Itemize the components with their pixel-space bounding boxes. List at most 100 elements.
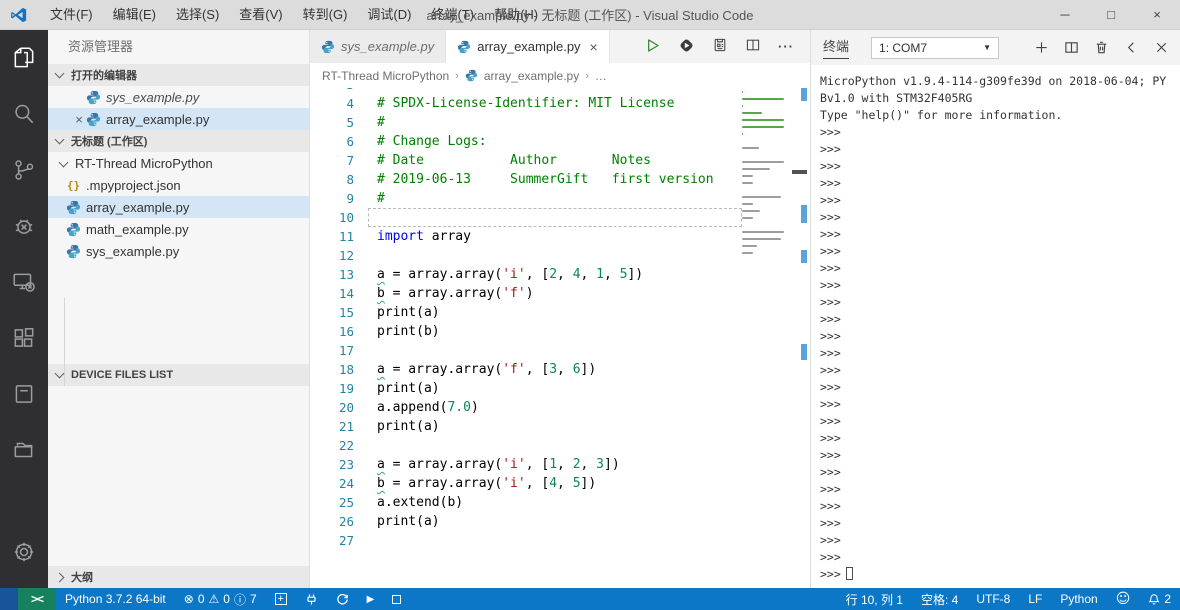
eol-sequence[interactable]: LF [1019,588,1051,610]
menu-item[interactable]: 查看(V) [229,0,292,30]
maximize-button[interactable]: □ [1088,0,1134,30]
code-line[interactable]: 6 # Change Logs: [310,132,810,151]
stop-button[interactable] [383,588,410,610]
run-file-button[interactable]: ▶ [358,588,384,610]
code-editor[interactable]: 3#4# SPDX-License-Identifier: MIT Licens… [310,88,810,588]
sync-button[interactable] [327,588,358,610]
code-line[interactable]: 4 # SPDX-License-Identifier: MIT License [310,94,810,113]
terminal-prompt-line: >>> [820,465,841,479]
terminal-select[interactable]: 1: COM7 ▼ [871,36,1000,59]
code-line[interactable]: 11 import array [310,227,810,246]
extensions-icon[interactable] [0,310,48,366]
terminal-tab[interactable]: 终端 [823,36,850,59]
menu-item[interactable]: 选择(S) [166,0,229,30]
open-editor-item[interactable]: sys_example.py [48,86,309,108]
tree-item[interactable]: {} .mpyproject.json [48,174,309,196]
code-line[interactable]: 21 print(a) [310,417,810,436]
close-button[interactable]: × [1134,0,1180,30]
debug-icon[interactable] [0,198,48,254]
problems-indicator[interactable]: ⊗ 0 ⚠ 0 ⓘ 7 [175,588,266,610]
code-line[interactable]: 25 a.extend(b) [310,493,810,512]
chip-download-button[interactable] [712,37,728,56]
language-mode[interactable]: Python [1051,588,1106,610]
code-line[interactable]: 10 [310,208,810,227]
code-line[interactable]: 12 [310,246,810,265]
code-text: b = array.array('f') [377,286,534,301]
open-editor-item[interactable]: × array_example.py [48,108,309,130]
code-line[interactable]: 19 print(a) [310,379,810,398]
code-line[interactable]: 13 a = array.array('i', [2, 4, 1, 5]) [310,265,810,284]
workspace-header[interactable]: 无标题 (工作区) [48,130,309,152]
kill-terminal-button[interactable] [1088,35,1114,61]
code-line[interactable]: 17 [310,341,810,360]
notebook-icon[interactable] [0,366,48,422]
remote-indicator[interactable]: >< [18,588,57,610]
code-line[interactable]: 27 [310,531,810,550]
breadcrumb-item[interactable]: … [595,69,607,83]
terminal-output[interactable]: MicroPython v1.9.4-114-g309fe39d on 2018… [811,65,1180,583]
explorer-icon[interactable] [0,30,48,86]
tree-item[interactable]: math_example.py [48,218,309,240]
line-number: 16 [338,324,354,339]
device-files-header[interactable]: DEVICE FILES LIST [48,364,309,386]
editor-tab[interactable]: sys_example.py [310,30,447,63]
feedback-smiley[interactable]: ☺ [1107,588,1140,610]
notifications-bell[interactable]: 2 [1139,588,1180,610]
indentation[interactable]: 空格: 4 [912,588,967,610]
code-line[interactable]: 5 # [310,113,810,132]
new-terminal-button[interactable] [1028,35,1054,61]
editor-tab[interactable]: array_example.py × [446,30,610,63]
menu-item[interactable]: 调试(D) [357,0,421,30]
more-actions-button[interactable]: ··· [778,39,794,54]
terminal-prompt-line: >>> [820,312,841,326]
minimap[interactable] [742,91,788,266]
run-button[interactable] [644,37,661,57]
close-panel-button[interactable] [1148,35,1174,61]
outline-header[interactable]: 大纲 [48,566,309,588]
code-line[interactable]: 23 a = array.array('i', [1, 2, 3]) [310,455,810,474]
menu-item[interactable]: 编辑(E) [103,0,166,30]
device-icon[interactable] [0,254,48,310]
code-line[interactable]: 14 b = array.array('f') [310,284,810,303]
menu-item[interactable]: 文件(F) [40,0,103,30]
code-line[interactable]: 16 print(b) [310,322,810,341]
split-terminal-button[interactable] [1058,35,1084,61]
code-line[interactable]: 9 # [310,189,810,208]
python-interpreter[interactable]: Python 3.7.2 64-bit [56,588,175,610]
menu-item[interactable]: 转到(G) [293,0,358,30]
search-icon[interactable] [0,86,48,142]
tab-close-icon[interactable]: × [590,39,598,55]
settings-gear-icon[interactable] [0,524,48,580]
ruler-marker [801,250,807,263]
breadcrumb-item[interactable]: array_example.py [484,69,579,83]
minimize-button[interactable]: ─ [1042,0,1088,30]
cursor-position[interactable]: 行 10, 列 1 [837,588,912,610]
panel-chevron-button[interactable] [1118,35,1144,61]
close-icon[interactable]: × [72,112,86,127]
split-editor-button[interactable] [745,37,761,56]
code-line[interactable]: 20 a.append(7.0) [310,398,810,417]
tree-item[interactable]: array_example.py [48,196,309,218]
debug-run-button[interactable] [678,37,695,57]
code-line[interactable]: 8 # 2019-06-13 SummerGift first version [310,170,810,189]
encoding[interactable]: UTF-8 [967,588,1019,610]
code-line[interactable]: 18 a = array.array('f', [3, 6]) [310,360,810,379]
connect-device-button[interactable] [296,588,327,610]
code-line[interactable]: 22 [310,436,810,455]
breadcrumb-item[interactable]: RT-Thread MicroPython [322,69,449,83]
code-line[interactable]: 15 print(a) [310,303,810,322]
folders-icon[interactable] [0,422,48,478]
open-editors-list: sys_example.py × array_example.py [48,86,309,130]
code-line[interactable]: 26 print(a) [310,512,810,531]
source-control-icon[interactable] [0,142,48,198]
tree-folder-rtthread[interactable]: RT-Thread MicroPython [48,152,309,174]
overview-ruler[interactable] [792,88,810,588]
add-device-button[interactable]: + [266,588,296,610]
sidebar-explorer: 资源管理器 打开的编辑器 sys_example.py × array_exampl… [48,30,310,588]
file-label: .mpyproject.json [86,177,181,193]
terminal-prompt-line: >>> [820,516,841,530]
code-line[interactable]: 7 # Date Author Notes [310,151,810,170]
open-editors-header[interactable]: 打开的编辑器 [48,64,309,86]
tree-item[interactable]: sys_example.py [48,240,309,262]
code-line[interactable]: 24 b = array.array('i', [4, 5]) [310,474,810,493]
